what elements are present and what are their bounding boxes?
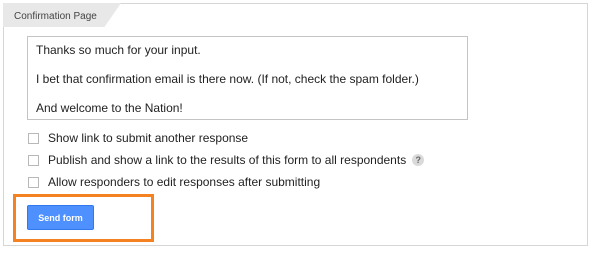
send-form-button[interactable]: Send form — [27, 205, 94, 230]
message-line-1: Thanks so much for your input. — [36, 43, 201, 57]
help-icon[interactable]: ? — [412, 154, 425, 166]
publish-results-checkbox[interactable] — [28, 154, 39, 166]
option-show-another-response: Show link to submit another response — [28, 131, 248, 145]
message-line-3: And welcome to the Nation! — [36, 101, 183, 115]
allow-edit-checkbox[interactable] — [28, 176, 39, 188]
message-line-2: I bet that confirmation email is there n… — [36, 72, 419, 86]
option-publish-results: Publish and show a link to the results o… — [28, 153, 425, 167]
publish-results-label: Publish and show a link to the results o… — [48, 153, 407, 167]
show-another-response-checkbox[interactable] — [28, 132, 39, 144]
confirmation-message-textarea[interactable]: Thanks so much for your input. I bet tha… — [27, 36, 468, 120]
show-another-response-label: Show link to submit another response — [48, 131, 249, 145]
option-allow-edit: Allow responders to edit responses after… — [28, 175, 320, 189]
section-title: Confirmation Page — [14, 11, 97, 22]
allow-edit-label: Allow responders to edit responses after… — [48, 175, 321, 189]
